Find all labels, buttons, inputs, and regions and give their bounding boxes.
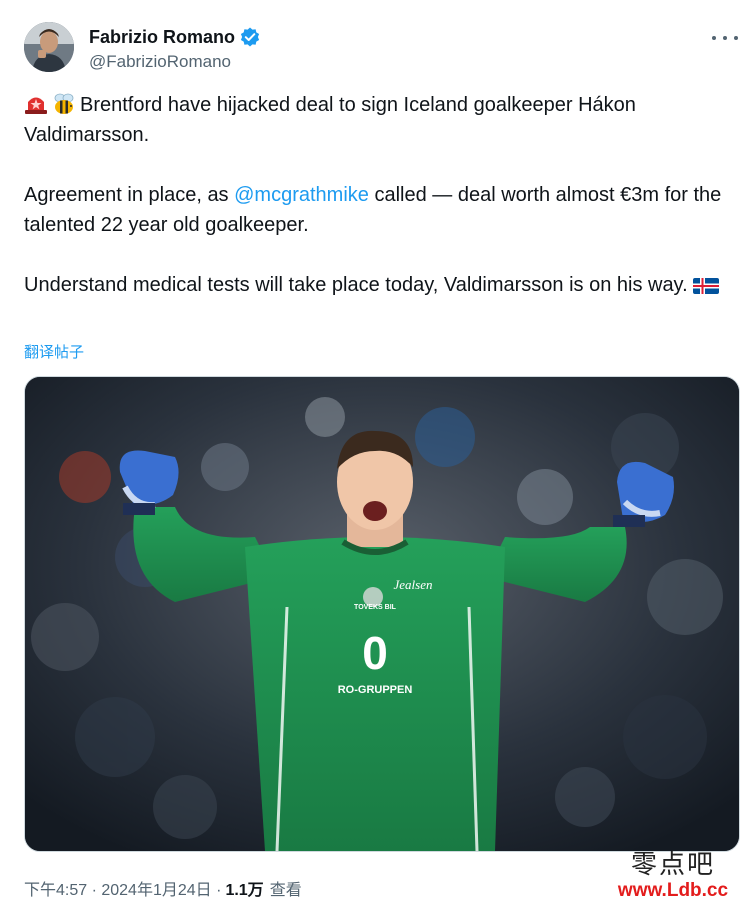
bee-emoji-icon — [52, 93, 76, 115]
iceland-flag-emoji-icon — [693, 274, 720, 296]
watermark-chinese: 零点吧 — [630, 850, 715, 880]
tweet-header: Fabrizio Romano @FabrizioRomano — [24, 22, 742, 78]
tweet-paragraph-1: Brentford have hijacked deal to sign Ice… — [24, 90, 734, 150]
post-timestamp[interactable]: 下午4:57 · 2024年1月24日 · — [24, 876, 221, 900]
siren-emoji-icon — [24, 93, 48, 115]
author-display-name[interactable]: Fabrizio Romano — [89, 27, 235, 48]
tweet-paragraph-3-text: Understand medical tests will take place… — [24, 274, 688, 296]
tweet-footer: 下午4:57 · 2024年1月24日 · 1.1万 查看 — [24, 876, 302, 900]
mention-link[interactable]: @mcgrathmike — [234, 184, 369, 206]
verified-badge-icon — [239, 26, 261, 48]
tweet-paragraph-1-text: Brentford have hijacked deal to sign Ice… — [24, 94, 636, 146]
shirt-top-sponsor: TOVEKS BIL — [354, 604, 397, 611]
site-watermark: 零点吧 www.Ldb.cc — [608, 850, 738, 902]
views-count: 1.1万 — [225, 882, 264, 899]
author-handle[interactable]: @FabrizioRomano — [89, 52, 231, 72]
views-label: 查看 — [269, 882, 302, 899]
author-avatar[interactable] — [24, 22, 74, 72]
translate-post-link[interactable]: 翻译帖子 — [24, 341, 84, 362]
more-dot — [723, 36, 727, 40]
more-icon[interactable] — [712, 28, 738, 48]
tweet-paragraph-2: Agreement in place, as @mcgrathmike call… — [24, 180, 734, 240]
tweet-paragraph-3: Understand medical tests will take place… — [24, 270, 734, 300]
more-dot — [712, 36, 716, 40]
shirt-chest-logo: Jealsen — [394, 577, 433, 592]
tweet-text: Brentford have hijacked deal to sign Ice… — [24, 90, 734, 300]
shirt-sponsor: RO-GRUPPEN — [338, 684, 413, 696]
tweet-card: Fabrizio Romano @FabrizioRomano Brentfor… — [0, 0, 750, 904]
shirt-number: 0 — [362, 627, 388, 679]
watermark-url: www.Ldb.cc — [617, 880, 729, 901]
goalkeeper-photo-icon: TOVEKS BIL Jealsen 0 RO-GRUPPEN — [25, 377, 739, 851]
tweet-paragraph-2-start: Agreement in place, as — [24, 184, 235, 206]
tweet-media-photo[interactable]: TOVEKS BIL Jealsen 0 RO-GRUPPEN — [24, 376, 740, 852]
avatar-photo-icon — [24, 22, 74, 72]
more-dot — [734, 36, 738, 40]
